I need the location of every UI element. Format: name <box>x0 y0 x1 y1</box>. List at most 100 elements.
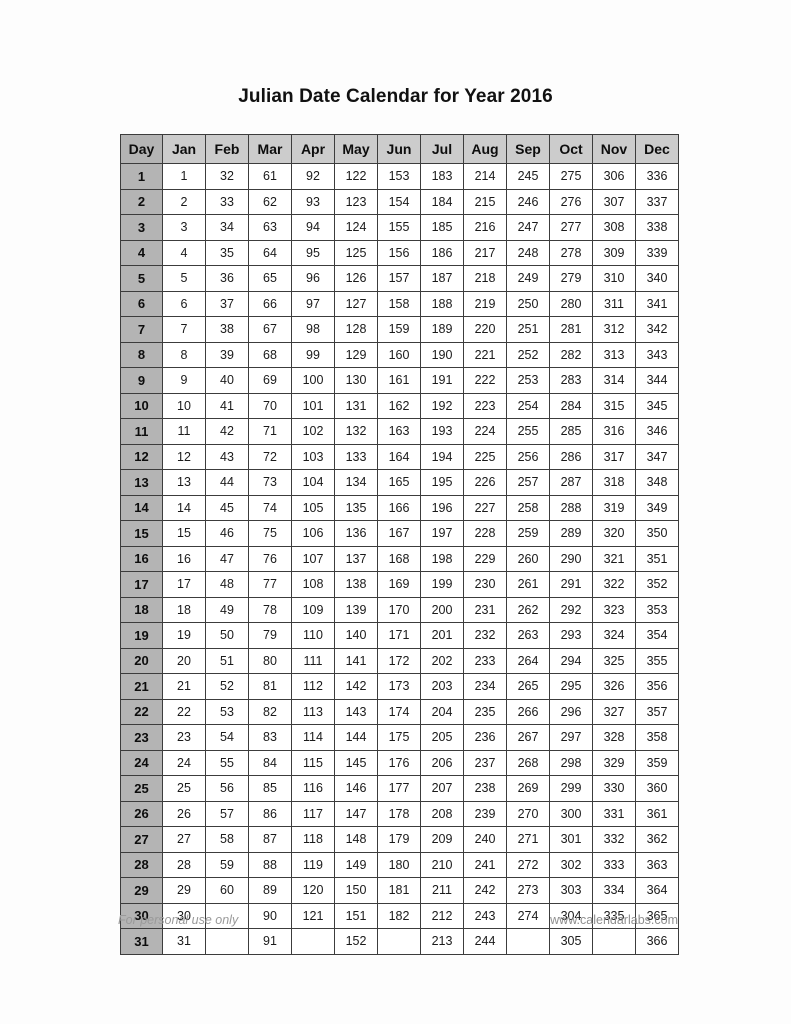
julian-day-cell: 44 <box>205 469 249 496</box>
julian-day-cell: 174 <box>377 698 421 725</box>
julian-day-cell: 162 <box>377 392 421 419</box>
julian-day-cell: 173 <box>377 673 421 700</box>
julian-day-cell: 71 <box>248 418 292 445</box>
julian-day-cell: 149 <box>334 851 378 878</box>
julian-day-cell: 231 <box>463 596 507 623</box>
julian-day-cell: 95 <box>291 239 335 266</box>
table-row: 16 16 47 76 107 137 168 198 229 260 290 321 351 <box>120 545 679 572</box>
julian-day-cell: 273 <box>506 877 550 904</box>
julian-day-cell: 222 <box>463 367 507 394</box>
julian-day-cell: 211 <box>420 877 464 904</box>
column-header-jan: Jan <box>162 134 206 164</box>
julian-day-cell: 170 <box>377 596 421 623</box>
julian-day-cell: 338 <box>635 214 679 241</box>
julian-day-cell: 76 <box>248 545 292 572</box>
julian-day-cell: 322 <box>592 571 636 598</box>
julian-day-cell: 350 <box>635 520 679 547</box>
day-number-cell: 7 <box>120 316 163 343</box>
julian-day-cell: 319 <box>592 494 636 521</box>
julian-day-cell: 10 <box>162 392 206 419</box>
table-row: 27 27 58 87 118 148 179 209 240 271 301 332 362 <box>120 826 679 853</box>
julian-day-cell: 252 <box>506 341 550 368</box>
julian-day-cell: 164 <box>377 443 421 470</box>
day-number-cell: 5 <box>120 265 163 292</box>
day-number-cell: 11 <box>120 418 163 445</box>
julian-day-cell: 120 <box>291 877 335 904</box>
julian-day-cell: 87 <box>248 826 292 853</box>
column-header-dec: Dec <box>635 134 679 164</box>
julian-day-cell: 1 <box>162 163 206 190</box>
table-row: 28 28 59 88 119 149 180 210 241 272 302 333 363 <box>120 851 679 878</box>
column-header-feb: Feb <box>205 134 249 164</box>
julian-day-cell: 63 <box>248 214 292 241</box>
calendar-page: Julian Date Calendar for Year 2016 Day Ja… <box>0 0 791 1024</box>
julian-day-cell: 277 <box>549 214 593 241</box>
julian-day-cell: 154 <box>377 188 421 215</box>
julian-day-cell: 51 <box>205 647 249 674</box>
julian-day-cell: 78 <box>248 596 292 623</box>
julian-day-cell: 167 <box>377 520 421 547</box>
julian-day-cell: 218 <box>463 265 507 292</box>
julian-day-cell: 155 <box>377 214 421 241</box>
julian-day-cell: 15 <box>162 520 206 547</box>
julian-day-cell: 342 <box>635 316 679 343</box>
julian-day-cell: 22 <box>162 698 206 725</box>
day-number-cell: 14 <box>120 494 163 521</box>
julian-day-cell: 180 <box>377 851 421 878</box>
julian-day-cell: 251 <box>506 316 550 343</box>
julian-day-cell: 299 <box>549 775 593 802</box>
julian-day-cell: 223 <box>463 392 507 419</box>
julian-day-cell: 309 <box>592 239 636 266</box>
julian-day-cell: 14 <box>162 494 206 521</box>
julian-day-cell: 108 <box>291 571 335 598</box>
julian-day-cell: 57 <box>205 800 249 827</box>
julian-day-cell: 260 <box>506 545 550 572</box>
julian-day-cell: 20 <box>162 647 206 674</box>
table-row: 26 26 57 86 117 147 178 208 239 270 300 331 361 <box>120 800 679 827</box>
julian-day-cell: 227 <box>463 494 507 521</box>
table-body: 1 1 32 61 92 122 153 183 214 245 275 306 336 2 2 33 62 93… <box>120 163 679 955</box>
julian-day-cell: 291 <box>549 571 593 598</box>
julian-day-cell: 72 <box>248 443 292 470</box>
julian-day-cell: 64 <box>248 239 292 266</box>
julian-day-cell: 216 <box>463 214 507 241</box>
julian-day-cell: 73 <box>248 469 292 496</box>
column-header-nov: Nov <box>592 134 636 164</box>
julian-day-cell: 267 <box>506 724 550 751</box>
day-number-cell: 4 <box>120 239 163 266</box>
julian-day-cell: 176 <box>377 749 421 776</box>
table-row: 20 20 51 80 111 141 172 202 233 264 294 325 355 <box>120 647 679 674</box>
table-row: 4 4 35 64 95 125 156 186 217 248 278 309 339 <box>120 239 679 266</box>
julian-day-cell: 232 <box>463 622 507 649</box>
julian-day-cell: 70 <box>248 392 292 419</box>
day-number-cell: 21 <box>120 673 163 700</box>
julian-day-cell: 139 <box>334 596 378 623</box>
julian-day-cell: 112 <box>291 673 335 700</box>
julian-day-cell: 118 <box>291 826 335 853</box>
julian-day-cell: 145 <box>334 749 378 776</box>
day-number-cell: 2 <box>120 188 163 215</box>
julian-day-cell: 75 <box>248 520 292 547</box>
julian-day-cell: 201 <box>420 622 464 649</box>
julian-day-cell: 143 <box>334 698 378 725</box>
julian-day-cell: 19 <box>162 622 206 649</box>
table-row: 12 12 43 72 103 133 164 194 225 256 286 317 347 <box>120 443 679 470</box>
column-header-jun: Jun <box>377 134 421 164</box>
julian-day-cell: 126 <box>334 265 378 292</box>
julian-day-cell: 248 <box>506 239 550 266</box>
julian-day-cell: 200 <box>420 596 464 623</box>
julian-day-cell: 198 <box>420 545 464 572</box>
julian-day-cell: 220 <box>463 316 507 343</box>
julian-day-cell: 324 <box>592 622 636 649</box>
julian-day-cell: 184 <box>420 188 464 215</box>
table-row: 13 13 44 73 104 134 165 195 226 257 287 318 348 <box>120 469 679 496</box>
julian-day-cell: 24 <box>162 749 206 776</box>
julian-day-cell: 288 <box>549 494 593 521</box>
julian-day-cell: 40 <box>205 367 249 394</box>
julian-day-cell: 100 <box>291 367 335 394</box>
julian-day-cell: 352 <box>635 571 679 598</box>
julian-day-cell: 363 <box>635 851 679 878</box>
julian-day-cell: 36 <box>205 265 249 292</box>
julian-day-cell: 192 <box>420 392 464 419</box>
day-number-cell: 12 <box>120 443 163 470</box>
